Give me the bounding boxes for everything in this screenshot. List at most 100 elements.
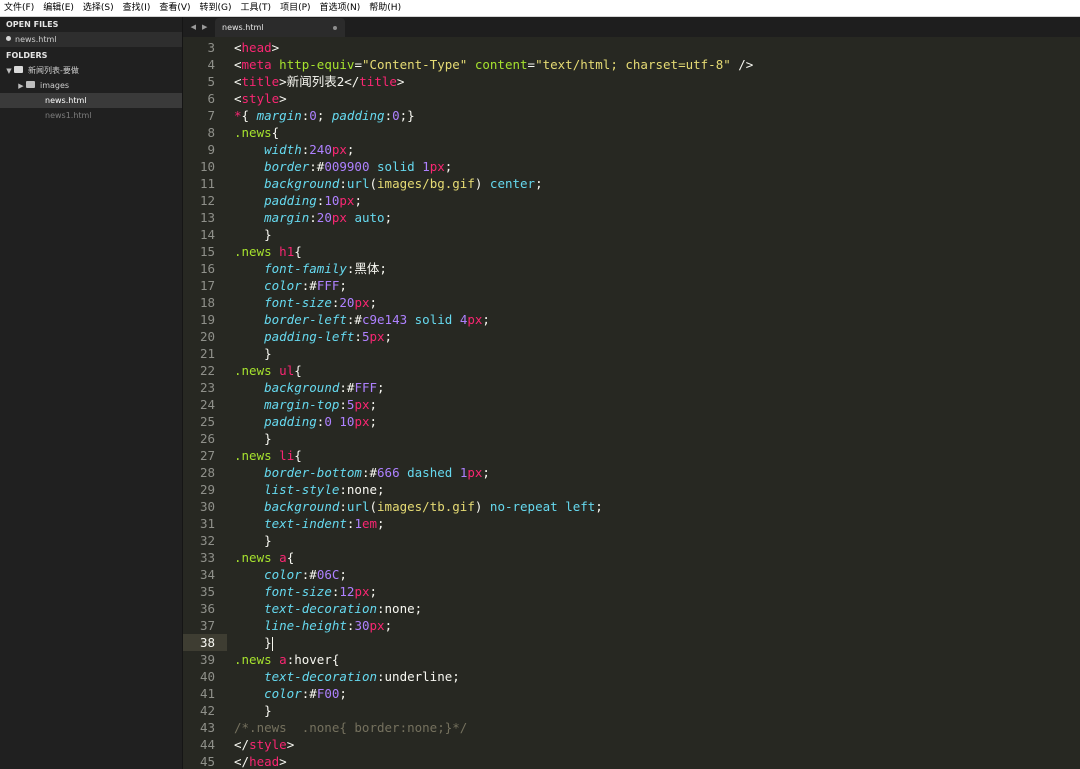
code-line[interactable]: line-height:30px; (234, 617, 392, 634)
code-token: head (241, 40, 272, 55)
code-token: head (249, 754, 280, 769)
code-line[interactable]: border-bottom:#666 dashed 1px; (234, 464, 490, 481)
code-token: 20 (339, 295, 355, 310)
code-line[interactable]: background:#FFF; (234, 379, 385, 396)
code-line[interactable]: <meta http-equiv="Content-Type" content=… (234, 56, 753, 73)
code-line[interactable]: } (234, 634, 273, 651)
code-line[interactable]: font-family:黑体; (234, 260, 387, 277)
code-line[interactable]: color:#FFF; (234, 277, 347, 294)
code-token: font-family (264, 261, 347, 276)
code-line[interactable]: padding:10px; (234, 192, 362, 209)
code-line[interactable]: padding-left:5px; (234, 328, 392, 345)
menu-item[interactable]: 选择(S) (83, 0, 114, 17)
code-token: ; (339, 278, 347, 293)
code-line[interactable]: } (234, 702, 272, 719)
code-token: : (339, 176, 347, 191)
code-line[interactable]: list-style:none; (234, 481, 384, 498)
menu-item[interactable]: 文件(F) (4, 0, 34, 17)
code-editor[interactable]: 3 4 5 6 7 8 9 10 11 12 13 14 15 16 17 18 19 20 21 22 23 24 25 2… (183, 37, 1080, 769)
line-number: 3 (207, 40, 215, 55)
menu-item[interactable]: 转到(G) (200, 0, 232, 17)
code-line[interactable]: font-size:20px; (234, 294, 377, 311)
menu-item[interactable]: 查找(I) (123, 0, 151, 17)
menu-item[interactable]: 项目(P) (280, 0, 310, 17)
code-line[interactable]: width:240px; (234, 141, 354, 158)
code-token: 666 (377, 465, 400, 480)
code-token: url (346, 499, 370, 514)
code-token: center (489, 176, 536, 191)
code-token: : (384, 108, 393, 123)
code-line[interactable]: text-indent:1em; (234, 515, 384, 532)
code-line[interactable]: <title>新闻列表2</title> (234, 73, 404, 90)
code-token: { (294, 448, 302, 463)
code-line[interactable]: font-size:12px; (234, 583, 377, 600)
code-line[interactable]: } (234, 345, 272, 362)
code-line[interactable]: <style> (234, 90, 287, 107)
code-line[interactable]: .news{ (234, 124, 279, 141)
code-line[interactable]: background:url(images/tb.gif) no-repeat … (234, 498, 603, 515)
code-line[interactable]: } (234, 430, 272, 447)
code-token: ; (369, 397, 378, 412)
code-token: 0 (392, 108, 400, 123)
folder-images[interactable]: ▶ images (0, 78, 182, 93)
code-line[interactable]: } (234, 532, 272, 549)
tab-news-html[interactable]: news.html (215, 18, 345, 37)
file-item-news1[interactable]: news1.html (0, 108, 182, 123)
open-file-item[interactable]: news.html (0, 32, 182, 47)
menu-item[interactable]: 工具(T) (241, 0, 272, 17)
code-line[interactable]: } (234, 226, 272, 243)
code-line[interactable]: margin:20px auto; (234, 209, 392, 226)
chevron-right-icon: ▶ (18, 82, 24, 90)
code-line[interactable]: <head> (234, 39, 279, 56)
code-line[interactable]: .news a{ (234, 549, 294, 566)
code-token: em (361, 516, 378, 531)
code-line[interactable]: </head> (234, 753, 287, 769)
line-number: 6 (207, 91, 215, 106)
code-line[interactable]: border:#009900 solid 1px; (234, 158, 452, 175)
code-token: { (294, 363, 302, 378)
code-line[interactable]: .news li{ (234, 447, 302, 464)
code-token: : (339, 499, 347, 514)
tab-scroll-arrows[interactable]: ◀ ▶ (183, 17, 215, 37)
code-token: > (271, 40, 280, 55)
code-line[interactable]: *{ margin:0; padding:0;} (234, 107, 415, 124)
code-line[interactable]: border-left:#c9e143 solid 4px; (234, 311, 490, 328)
code-line[interactable]: color:#06C; (234, 566, 347, 583)
menu-item[interactable]: 查看(V) (159, 0, 190, 17)
code-line[interactable]: .news a:hover{ (234, 651, 339, 668)
code-token: ; (369, 295, 378, 310)
code-line[interactable]: padding:0 10px; (234, 413, 377, 430)
code-line[interactable]: .news ul{ (234, 362, 302, 379)
code-line[interactable]: background:url(images/bg.gif) center; (234, 175, 543, 192)
tab-close-icon[interactable] (333, 26, 337, 30)
code-line[interactable]: </style> (234, 736, 294, 753)
arrow-right-icon[interactable]: ▶ (202, 23, 207, 31)
code-token: ; (369, 584, 378, 599)
menu-item[interactable]: 首选项(N) (320, 0, 361, 17)
code-line[interactable]: text-decoration:none; (234, 600, 422, 617)
code-line[interactable]: text-decoration:underline; (234, 668, 460, 685)
code-token: .news (234, 652, 272, 667)
code-line[interactable]: margin-top:5px; (234, 396, 377, 413)
line-number: 26 (199, 431, 215, 446)
code-token: padding (331, 108, 385, 123)
folder-root[interactable]: ▼ 新闻列表-要做 (0, 63, 182, 78)
code-line[interactable]: color:#F00; (234, 685, 347, 702)
code-token: solid (377, 159, 415, 174)
code-token: ; (377, 380, 385, 395)
code-line[interactable]: .news h1{ (234, 243, 302, 260)
arrow-left-icon[interactable]: ◀ (191, 23, 196, 31)
menu-item[interactable]: 编辑(E) (43, 0, 74, 17)
code-line[interactable]: /*.news .none{ border:none;}*/ (234, 719, 467, 736)
code-token: font-size (264, 295, 332, 310)
file-item-news[interactable]: news.html (0, 93, 182, 108)
menu-item[interactable]: 帮助(H) (369, 0, 401, 17)
